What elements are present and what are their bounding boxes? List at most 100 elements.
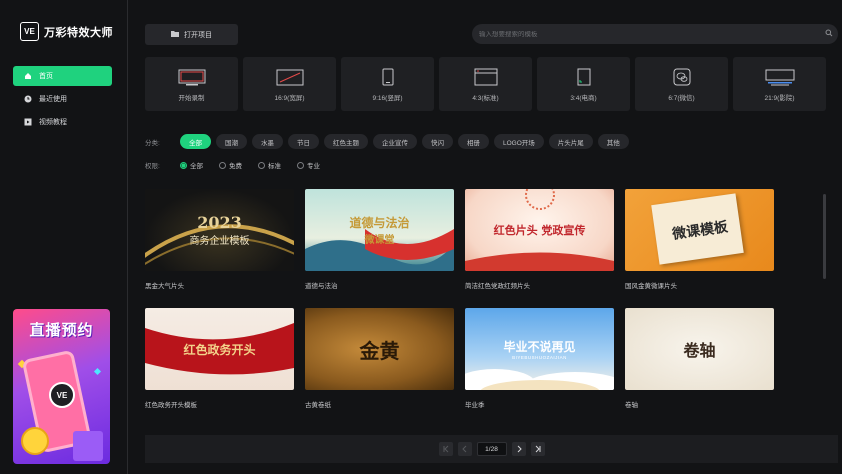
template-thumbnail[interactable]: 红色片头 党政宣传 (465, 189, 614, 271)
radio-pro[interactable]: 专业 (297, 160, 320, 170)
template-card[interactable]: 红色片头 党政宣传 简洁红色党政红频片头 (465, 189, 614, 290)
template-title: 道德与法治 (305, 283, 338, 290)
radio-label: 专业 (307, 163, 320, 170)
chip-red-theme[interactable]: 红色主题 (324, 134, 368, 149)
thumbnail-subtitle: BIYEBUSHUOZAIJIAN (512, 355, 567, 360)
thumbnail-subtitle: 微课堂 (364, 235, 395, 246)
first-page-button[interactable] (438, 442, 453, 456)
home-icon (24, 72, 32, 80)
size-card-3-4[interactable]: 3:4(电商) (537, 57, 630, 111)
logo-mark: VE (20, 22, 39, 41)
template-card[interactable]: 红色政务开头 红色政务开头模板 (145, 308, 294, 409)
thumbnail-title: 红色片头 党政宣传 (493, 224, 586, 237)
live-promo-banner[interactable]: 直播预约 VE (13, 309, 110, 464)
pagination: 1/28 (145, 435, 838, 463)
category-filter: 分类: 全部 国潮 水墨 节日 红色主题 企业宣传 快闪 相册 LOGO开场 片… (145, 134, 629, 149)
sidebar-item-label: 最近使用 (39, 96, 67, 103)
thumbnail-title: 2023 (197, 213, 242, 232)
radio-label: 全部 (190, 163, 203, 170)
record-icon (178, 68, 206, 86)
template-thumbnail[interactable]: 道德与法治 微课堂 (305, 189, 454, 271)
template-title: 古黄卷纸 (305, 402, 331, 409)
radio-button[interactable] (297, 161, 304, 169)
template-title: 毕业季 (465, 402, 485, 409)
radio-button[interactable] (258, 161, 265, 169)
chip-other[interactable]: 其他 (597, 134, 629, 149)
template-card[interactable]: 卷轴 卷轴 (625, 308, 774, 409)
radio-button[interactable] (219, 161, 226, 169)
thumbnail-subtitle: 商务企业模板 (189, 236, 250, 247)
size-label: 21:9(影院) (764, 95, 795, 102)
size-card-4-3[interactable]: 4:3(标准) (439, 57, 532, 111)
open-project-label: 打开项目 (184, 31, 212, 39)
template-thumbnail[interactable]: 红色政务开头 (145, 308, 294, 390)
template-thumbnail[interactable]: 2023 商务企业模板 (145, 189, 294, 271)
template-title: 卷轴 (625, 402, 638, 409)
ecommerce-icon (577, 68, 591, 86)
gift-box-illustration (73, 431, 103, 461)
chip-corporate[interactable]: 企业宣传 (373, 134, 417, 149)
template-card[interactable]: 2023 商务企业模板 黑金大气片头 (145, 189, 294, 290)
sidebar-item-label: 首页 (39, 73, 53, 80)
sidebar-item-tutorials[interactable]: 视频教程 (13, 112, 112, 132)
radio-label: 标准 (268, 163, 281, 170)
category-label: 分类: (145, 139, 160, 147)
thumbnail-title: 道德与法治 (349, 216, 410, 230)
size-card-record[interactable]: 开始录制 (145, 57, 238, 111)
sidebar-item-recent[interactable]: 最近使用 (13, 89, 112, 109)
size-card-16-9[interactable]: 16:9(宽屏) (243, 57, 336, 111)
template-thumbnail[interactable]: 金黄 (305, 308, 454, 390)
cinema-icon (765, 68, 795, 86)
scrollbar[interactable] (823, 194, 826, 279)
size-card-21-9[interactable]: 21:9(影院) (733, 57, 826, 111)
thumbnail-title: 红色政务开头 (183, 342, 256, 357)
next-page-button[interactable] (511, 442, 526, 456)
permission-label: 权限: (145, 163, 160, 170)
chip-guochao[interactable]: 国潮 (216, 134, 247, 149)
template-thumbnail[interactable]: 卷轴 (625, 308, 774, 390)
video-icon (24, 118, 32, 126)
radio-free[interactable]: 免费 (219, 160, 242, 170)
radio-all[interactable]: 全部 (180, 160, 203, 170)
template-card[interactable]: 金黄 古黄卷纸 (305, 308, 454, 409)
size-label: 4:3(标准) (472, 95, 499, 102)
standard-icon (474, 68, 498, 86)
chip-intro-outro[interactable]: 片头片尾 (548, 134, 593, 149)
radio-standard[interactable]: 标准 (258, 160, 281, 170)
chip-flash[interactable]: 快闪 (422, 134, 453, 149)
clock-icon (24, 95, 32, 103)
size-card-6-7[interactable]: 6:7(微信) (635, 57, 728, 111)
chip-logo-intro[interactable]: LOGO开场 (494, 134, 544, 149)
sidebar-nav: 首页 最近使用 视频教程 (13, 66, 112, 135)
thumbnail-title: 毕业不说再见 (503, 340, 576, 354)
radio-button[interactable] (180, 161, 187, 169)
chip-ink[interactable]: 水墨 (252, 134, 283, 149)
sidebar-item-home[interactable]: 首页 (13, 66, 112, 86)
smiley-illustration (21, 427, 49, 455)
template-thumbnail[interactable]: 毕业不说再见 BIYEBUSHUOZAIJIAN (465, 308, 614, 390)
template-card[interactable]: 道德与法治 微课堂 道德与法治 (305, 189, 454, 290)
template-card[interactable]: 毕业不说再见 BIYEBUSHUOZAIJIAN 毕业季 (465, 308, 614, 409)
template-card[interactable]: 微课模板 国风金黄微课片头 (625, 189, 774, 290)
chip-festival[interactable]: 节日 (288, 134, 319, 149)
sidebar: VE 万彩特效大师 首页 最近使用 视频教程 直播预约 VE (0, 0, 128, 474)
page-number-field[interactable]: 1/28 (476, 442, 507, 456)
chip-album[interactable]: 相册 (458, 134, 489, 149)
prev-page-button[interactable] (457, 442, 472, 456)
template-thumbnail[interactable]: 微课模板 (625, 189, 774, 271)
search-icon[interactable] (825, 29, 833, 39)
template-title: 国风金黄微课片头 (625, 283, 677, 290)
portrait-icon (382, 68, 394, 86)
open-project-button[interactable]: 打开项目 (145, 24, 238, 45)
permission-filter: 权限: 全部 免费 标准 专业 (145, 160, 331, 170)
chip-all[interactable]: 全部 (180, 134, 211, 149)
search-input[interactable] (479, 30, 819, 38)
search-bar[interactable] (472, 24, 838, 44)
template-title: 黑金大气片头 (145, 283, 184, 290)
promo-badge: VE (49, 382, 75, 408)
promo-title: 直播预约 (29, 322, 94, 339)
last-page-button[interactable] (530, 442, 545, 456)
size-card-9-16[interactable]: 9:16(竖屏) (341, 57, 434, 111)
widescreen-icon (276, 68, 304, 86)
size-label: 16:9(宽屏) (274, 95, 305, 102)
